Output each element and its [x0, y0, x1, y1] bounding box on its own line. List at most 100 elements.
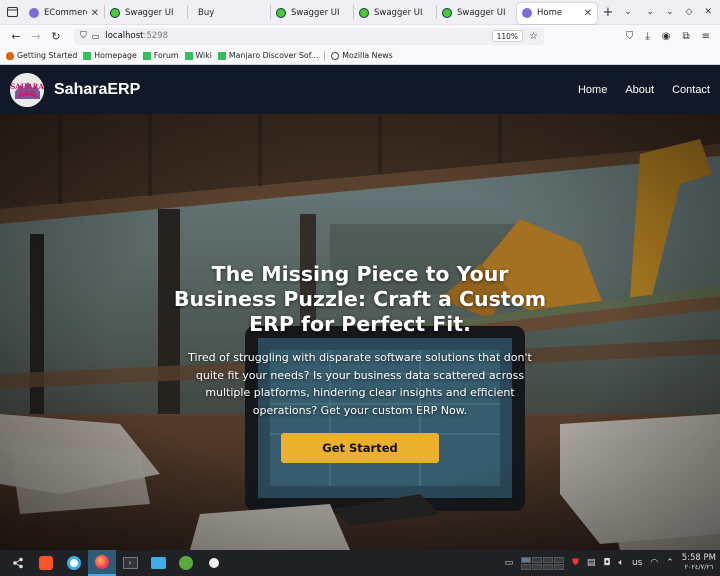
- window-controls: ⌄ ⌄ ◇ ✕: [646, 7, 720, 17]
- bookmark-wiki[interactable]: Wiki: [184, 51, 212, 60]
- clock-date: ٢٠٢٤/٧/٢٦: [684, 563, 714, 571]
- tab-title: ECommerce: [44, 8, 87, 18]
- hamburger-menu-icon[interactable]: ≡: [702, 31, 710, 42]
- bookmark-mozilla-news[interactable]: Mozilla News: [331, 51, 393, 60]
- tab-title: Buy: [198, 8, 215, 18]
- ecommerce-favicon-icon: [29, 8, 39, 18]
- swagger-favicon-icon: [276, 8, 286, 18]
- bookmark-label: Forum: [153, 51, 179, 60]
- zoom-level-button[interactable]: 110%: [491, 30, 524, 42]
- forward-arrow-icon[interactable]: →: [26, 30, 46, 43]
- shield-icon[interactable]: ⛉: [80, 31, 87, 41]
- bookmark-star-icon[interactable]: ☆: [529, 31, 538, 42]
- bookmark-manjaro-discover[interactable]: Manjaro Discover Sof...: [217, 51, 319, 60]
- tab-ecommerce[interactable]: ECommerce ✕: [24, 3, 104, 24]
- bookmark-getting-started[interactable]: Getting Started: [6, 51, 77, 60]
- tab-swagger-ui-4[interactable]: Swagger UI: [437, 3, 517, 24]
- taskbar-discover[interactable]: [60, 550, 88, 576]
- site-nav-menu: Home About Contact: [578, 84, 710, 96]
- site-brand-name[interactable]: SaharaERP: [54, 81, 140, 99]
- page-info-icon[interactable]: ▭: [92, 32, 100, 41]
- manjaro-icon: [184, 51, 193, 60]
- bookmark-forum[interactable]: Forum: [142, 51, 179, 60]
- extensions-icon[interactable]: ⧉: [682, 31, 689, 42]
- app-launcher-icon: [13, 557, 23, 569]
- swagger-favicon-icon: [359, 8, 369, 18]
- network-wifi-icon[interactable]: ◠: [650, 558, 658, 568]
- desktop-3[interactable]: [543, 556, 554, 563]
- desktop-5[interactable]: [521, 563, 532, 570]
- system-tray: ▭ ⛊ ▤ ◘ 🔈︎ us ◠ ⌃ 5:58 PM ٢٠٢٤/٧/٢٦: [505, 554, 716, 572]
- tab-home[interactable]: Home ✕: [517, 2, 597, 24]
- account-icon[interactable]: ◉: [662, 31, 671, 42]
- desktop-6[interactable]: [532, 563, 543, 570]
- desktop-7[interactable]: [543, 563, 554, 570]
- close-icon[interactable]: ✕: [584, 8, 592, 19]
- desktop-4[interactable]: [554, 556, 565, 563]
- browser-navigation-bar: ← → ↻ ⛉ ▭ localhost:5298 110% ☆ ⛉ ⤓ ◉ ⧉ …: [0, 25, 720, 47]
- minimize-icon[interactable]: ⌄: [666, 7, 674, 17]
- bookmark-label: Getting Started: [17, 51, 78, 60]
- taskbar-downloader[interactable]: [172, 550, 200, 576]
- keyboard-layout[interactable]: us: [632, 558, 642, 568]
- downloads-icon[interactable]: ⤓: [645, 31, 649, 42]
- tab-buy[interactable]: Buy: [188, 3, 270, 24]
- discover-icon: [67, 556, 81, 570]
- nav-link-home[interactable]: Home: [578, 84, 607, 96]
- desktop-8[interactable]: [554, 563, 565, 570]
- taskbar-terminal[interactable]: ›: [116, 550, 144, 576]
- url-host: localhost: [105, 31, 144, 41]
- hero-title: The Missing Piece to Your Business Puzzl…: [173, 262, 547, 336]
- kde-connect-icon[interactable]: ◘: [603, 558, 610, 568]
- new-tab-plus-icon[interactable]: +: [597, 5, 619, 20]
- back-arrow-icon[interactable]: ←: [6, 30, 26, 43]
- firefox-icon: [95, 555, 109, 569]
- swagger-favicon-icon: [110, 8, 120, 18]
- tab-title: Swagger UI: [457, 8, 506, 18]
- hero-content: The Missing Piece to Your Business Puzzl…: [160, 262, 560, 463]
- toolbar-right: ⛉ ⤓ ◉ ⧉ ≡: [626, 31, 714, 42]
- tab-list-button[interactable]: [0, 0, 24, 25]
- logo-text-bottom: ERP: [18, 88, 36, 98]
- close-icon[interactable]: ✕: [91, 8, 99, 19]
- address-bar[interactable]: ⛉ ▭ localhost:5298 110% ☆: [74, 27, 544, 45]
- tab-swagger-ui-2[interactable]: Swagger UI: [271, 3, 353, 24]
- ecommerce-favicon-icon: [522, 8, 532, 18]
- bookmark-homepage[interactable]: Homepage: [83, 51, 137, 60]
- app-launcher[interactable]: [4, 550, 32, 576]
- close-window-icon[interactable]: ✕: [704, 7, 712, 17]
- manjaro-icon: [142, 51, 151, 60]
- reload-icon[interactable]: ↻: [46, 30, 66, 43]
- get-started-button[interactable]: Get Started: [281, 433, 439, 463]
- security-shield-icon[interactable]: ⛊: [572, 558, 579, 568]
- taskbar-files[interactable]: [144, 550, 172, 576]
- tray-expand-chevron-icon[interactable]: ⌃: [666, 558, 674, 568]
- tab-swagger-ui-3[interactable]: Swagger UI: [354, 3, 436, 24]
- desktop-2[interactable]: [532, 556, 543, 563]
- taskbar-app-panda[interactable]: [200, 550, 228, 576]
- pocket-shield-icon[interactable]: ⛉: [626, 31, 634, 42]
- taskbar-brave[interactable]: [32, 550, 60, 576]
- panda-app-icon: [207, 556, 221, 570]
- nav-link-about[interactable]: About: [625, 84, 654, 96]
- tab-title: Swagger UI: [125, 8, 174, 18]
- bookmark-label: Mozilla News: [342, 51, 393, 60]
- tab-list-icon: [6, 7, 18, 17]
- tab-title: Swagger UI: [291, 8, 340, 18]
- volume-icon[interactable]: 🔈︎: [619, 558, 624, 568]
- tab-swagger-ui-1[interactable]: Swagger UI: [105, 3, 187, 24]
- desktop-1[interactable]: [521, 556, 532, 563]
- clock[interactable]: 5:58 PM ٢٠٢٤/٧/٢٦: [682, 554, 716, 572]
- show-desktop-icon[interactable]: ▭: [505, 558, 514, 568]
- bookmark-separator: [324, 50, 326, 61]
- maximize-icon[interactable]: ◇: [686, 7, 693, 17]
- virtual-desktop-pager[interactable]: [521, 556, 565, 570]
- chevron-down-icon[interactable]: ⌄: [619, 7, 637, 17]
- bookmark-label: Manjaro Discover Sof...: [228, 51, 319, 60]
- nav-link-contact[interactable]: Contact: [672, 84, 710, 96]
- taskbar-firefox[interactable]: [88, 550, 116, 576]
- globe-icon: [331, 51, 340, 60]
- window-menu-chevron-icon[interactable]: ⌄: [646, 7, 654, 17]
- clipboard-icon[interactable]: ▤: [587, 558, 596, 568]
- site-logo[interactable]: SAHARA ERP: [10, 72, 44, 107]
